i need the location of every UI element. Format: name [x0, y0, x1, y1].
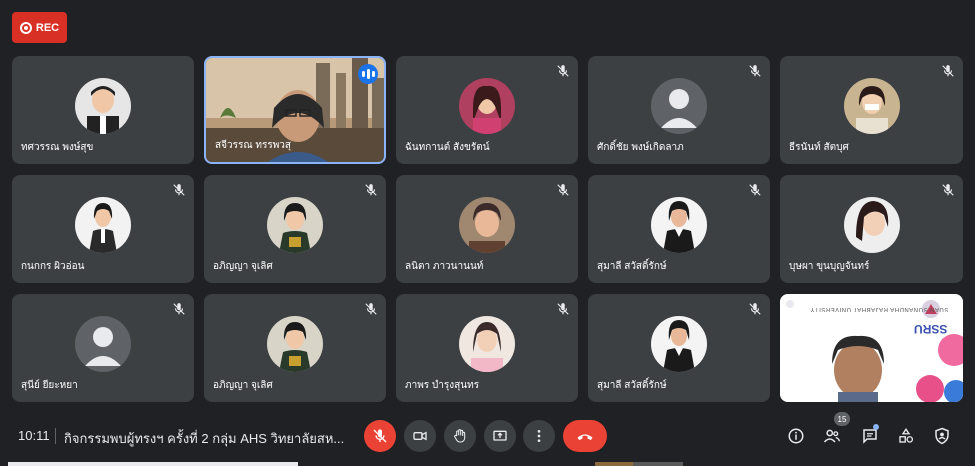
mic-muted-icon: [365, 303, 377, 315]
participant-tile[interactable]: อภิญญา จุเลิศ: [204, 175, 386, 283]
default-avatar-icon: [75, 316, 131, 372]
mic-muted-icon: [173, 184, 185, 196]
divider: [55, 428, 56, 444]
participant-tile[interactable]: ลนิตา ภาวนานนท์: [396, 175, 578, 283]
raise-hand-button[interactable]: [444, 420, 476, 452]
participant-name: สุมาลี สวัสดิ์รักษ์: [597, 380, 667, 391]
activities-icon: [899, 428, 914, 443]
mic-muted-icon: [557, 65, 569, 77]
mic-muted-icon: [749, 65, 761, 77]
participant-tile[interactable]: อภิญญา จุเลิศ: [204, 294, 386, 402]
shared-screen-tile[interactable]: SUAN SUNANDHA RAJABHAT UNIVERSITY SSRU: [780, 294, 963, 402]
mic-muted-icon: [749, 184, 761, 196]
speaking-indicator-icon: [358, 64, 378, 84]
participant-avatar: [651, 316, 707, 372]
participant-avatar: [459, 316, 515, 372]
default-avatar-icon: [651, 78, 707, 134]
participant-name: ฉันทกานต์ สังขรัตน์: [405, 142, 490, 153]
participant-avatar: [843, 197, 900, 253]
participant-name: สุนีย์ ยียะหยา: [21, 380, 78, 391]
camera-toggle-button[interactable]: [404, 420, 436, 452]
participant-name: ทศวรรณ พงษ์สุข: [21, 142, 94, 153]
participant-name: อภิญญา จุเลิศ: [213, 380, 273, 391]
taskbar-strip: [595, 462, 633, 466]
recording-badge: REC: [12, 12, 67, 43]
chat-notification-dot: [873, 424, 879, 430]
people-button[interactable]: [820, 424, 844, 448]
bottom-toolbar: 10:11 กิจกรรมพบผู้ทรงฯ ครั้งที่ 2 กลุ่ม …: [0, 404, 975, 466]
taskbar-strip: [8, 462, 298, 466]
present-screen-button[interactable]: [484, 420, 516, 452]
mic-muted-icon: [749, 303, 761, 315]
recording-label: REC: [35, 21, 60, 34]
participant-name: ธีรนันท์ สัตบุศ: [789, 142, 849, 153]
mic-muted-icon: [557, 184, 569, 196]
meeting-title: กิจกรรมพบผู้ทรงฯ ครั้งที่ 2 กลุ่ม AHS วิ…: [64, 431, 345, 446]
people-count-badge: 15: [834, 412, 850, 426]
participant-avatar: [267, 316, 323, 372]
record-icon: [19, 21, 32, 34]
camera-icon: [413, 431, 427, 441]
participant-avatar: [843, 78, 900, 134]
present-icon: [493, 430, 507, 441]
participant-name: ศักดิ์ชัย พงษ์เกิดลาภ: [597, 142, 684, 153]
participant-tile-active-speaker[interactable]: สจีวรรณ ทรรพวสุ: [204, 56, 386, 164]
participant-avatar: [459, 78, 515, 134]
participant-avatar: [651, 197, 707, 253]
participant-name: ภาพร บำรุงสุนทร: [405, 380, 480, 391]
participant-name: บุษผา ขุนบุญจันทร์: [789, 261, 870, 272]
participant-tile[interactable]: สุนีย์ ยียะหยา: [12, 294, 194, 402]
mic-off-icon: [373, 429, 387, 443]
host-controls-icon: [935, 427, 949, 445]
taskbar-strip: [633, 462, 683, 466]
participant-name: สุมาลี สวัสดิ์รักษ์: [597, 261, 667, 272]
participant-tile[interactable]: ภาพร บำรุงสุนทร: [396, 294, 578, 402]
participant-avatar: [267, 197, 323, 253]
clock: 10:11: [18, 428, 50, 443]
participant-tile[interactable]: ทศวรรณ พงษ์สุข: [12, 56, 194, 164]
participant-name: กนกกร ผิวอ่อน: [21, 261, 85, 272]
activities-button[interactable]: [894, 424, 918, 448]
participant-tile[interactable]: กนกกร ผิวอ่อน: [12, 175, 194, 283]
university-banner: SUAN SUNANDHA RAJABHAT UNIVERSITY: [810, 306, 949, 312]
participant-tile[interactable]: สุมาลี สวัสดิ์รักษ์: [588, 294, 770, 402]
mic-muted-icon: [557, 303, 569, 315]
mic-muted-icon: [942, 65, 954, 77]
raise-hand-icon: [454, 429, 466, 443]
end-call-icon: [577, 434, 593, 441]
more-icon: [537, 430, 541, 442]
participant-tile[interactable]: ศักดิ์ชัย พงษ์เกิดลาภ: [588, 56, 770, 164]
more-options-button[interactable]: [523, 420, 555, 452]
participant-avatar: [75, 78, 131, 134]
people-icon: [823, 429, 841, 443]
ssru-logo: SSRU: [914, 322, 948, 336]
end-call-button[interactable]: [563, 420, 607, 452]
participant-avatar: [75, 197, 131, 253]
participant-avatar: [459, 197, 515, 253]
mic-muted-icon: [365, 184, 377, 196]
host-controls-button[interactable]: [930, 424, 954, 448]
participant-tile[interactable]: บุษผา ขุนบุญจันทร์: [780, 175, 963, 283]
mic-muted-icon: [942, 184, 954, 196]
mic-toggle-button[interactable]: [364, 420, 396, 452]
participant-tile[interactable]: สุมาลี สวัสดิ์รักษ์: [588, 175, 770, 283]
participant-name: สจีวรรณ ทรรพวสุ: [215, 140, 292, 151]
participant-name: อภิญญา จุเลิศ: [213, 261, 273, 272]
participant-name: ลนิตา ภาวนานนท์: [405, 261, 484, 272]
participant-tile[interactable]: ธีรนันท์ สัตบุศ: [780, 56, 963, 164]
participant-tile[interactable]: ฉันทกานต์ สังขรัตน์: [396, 56, 578, 164]
meeting-details-button[interactable]: [784, 424, 808, 448]
mic-muted-icon: [173, 303, 185, 315]
info-icon: [788, 428, 804, 444]
